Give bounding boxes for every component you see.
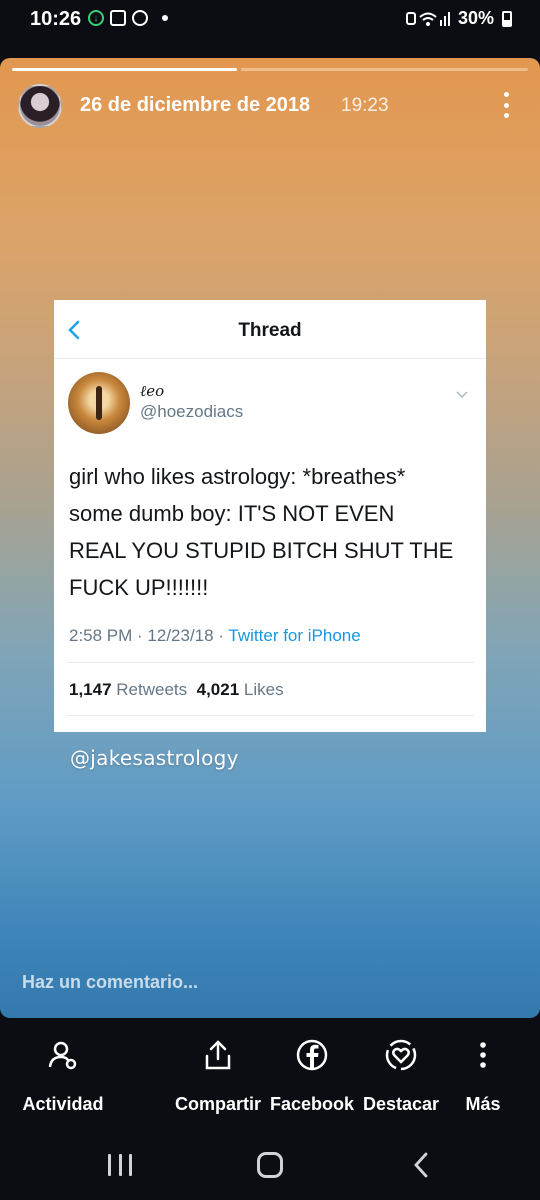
retweets-label: Retweets — [116, 680, 188, 699]
tweet-text: girl who likes astrology: *breathes* som… — [69, 458, 479, 606]
tweet-meta: 2:58 PM · 12/23/18 · Twitter for iPhone — [69, 626, 361, 645]
facebook-label: Facebook — [269, 1094, 355, 1114]
divider — [66, 715, 474, 716]
facebook-button[interactable]: Facebook — [270, 1038, 354, 1124]
likes-label: Likes — [243, 680, 284, 699]
divider — [66, 662, 474, 663]
share-icon — [201, 1038, 235, 1072]
download-notification-icon: ↓ — [88, 10, 104, 26]
share-button[interactable]: Compartir — [174, 1038, 262, 1124]
system-nav-bar — [0, 1130, 540, 1200]
home-icon[interactable] — [257, 1152, 283, 1178]
tweet-date: 12/23/18 — [147, 626, 214, 645]
more-label: Más — [465, 1094, 501, 1114]
activity-label: Actividad — [22, 1094, 104, 1114]
more-notifications-dot-icon — [162, 15, 168, 21]
tweet-time: 2:58 PM — [69, 626, 133, 645]
recent-apps-icon[interactable] — [108, 1154, 132, 1176]
story-viewer[interactable]: 26 de diciembre de 2018 19:23 Thread ℓeo… — [0, 58, 540, 1018]
highlight-heart-icon — [384, 1038, 418, 1072]
thread-title: Thread — [238, 320, 302, 341]
like-count: 4,021 — [196, 680, 240, 699]
status-time: 10:26 — [30, 8, 82, 30]
tweet-handle: @hoezodiacs — [140, 402, 244, 421]
wifi-icon — [405, 11, 450, 26]
retweet-count: 1,147 — [69, 680, 112, 699]
highlight-label: Destacar — [362, 1094, 440, 1114]
comment-input[interactable]: Haz un comentario... — [22, 972, 198, 993]
story-options-icon[interactable] — [500, 92, 512, 118]
whatsapp-notification-icon — [132, 10, 148, 26]
tweet-text-line: FUCK UP!!!!!!! — [69, 575, 209, 600]
status-right: 30% — [405, 8, 512, 29]
notification-icons: ↓ — [88, 10, 168, 26]
more-button[interactable]: Más — [460, 1038, 506, 1124]
battery-percent: 30% — [457, 8, 494, 28]
profile-avatar[interactable] — [18, 84, 62, 128]
chevron-down-icon — [456, 386, 468, 399]
story-date: 26 de diciembre de 2018 — [80, 94, 311, 116]
share-label: Compartir — [174, 1094, 261, 1114]
story-caption: @jakesastrology — [70, 746, 239, 770]
story-progress-bar — [12, 68, 237, 71]
tweet-avatar — [68, 372, 130, 434]
more-vertical-icon — [466, 1038, 500, 1072]
highlight-button[interactable]: Destacar — [362, 1038, 440, 1124]
tweet-display-name: ℓeo — [140, 382, 165, 400]
gallery-notification-icon — [110, 10, 126, 26]
status-bar: 10:26 ↓ 30% — [0, 0, 540, 40]
battery-icon — [502, 10, 512, 27]
divider — [54, 358, 486, 359]
story-time: 19:23 — [341, 95, 389, 116]
facebook-icon — [295, 1038, 329, 1072]
tweet-text-line: girl who likes astrology: *breathes* — [69, 464, 406, 489]
tweet-source: Twitter for iPhone — [228, 626, 361, 645]
story-progress-remaining — [241, 68, 528, 71]
story-action-bar: Actividad Compartir Facebook Destacar Má… — [0, 1018, 540, 1130]
tweet-text-line: REAL YOU STUPID BITCH SHUT THE — [69, 538, 454, 563]
back-icon[interactable] — [412, 1152, 430, 1183]
activity-button[interactable]: Actividad — [22, 1038, 104, 1124]
tweet-stats: 1,147 Retweets 4,021 Likes — [69, 680, 284, 700]
activity-people-icon — [46, 1038, 80, 1072]
tweet-text-line: some dumb boy: IT'S NOT EVEN — [69, 501, 395, 526]
tweet-screenshot: Thread ℓeo @hoezodiacs girl who likes as… — [54, 300, 486, 732]
